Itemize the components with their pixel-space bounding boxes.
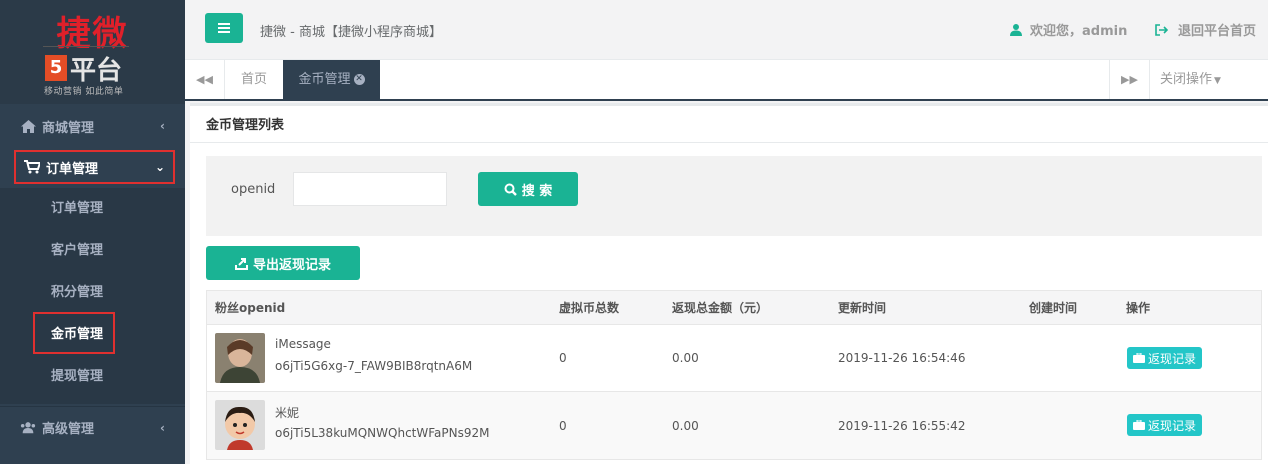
updated-time: 2019-11-26 16:55:42 [838, 418, 966, 433]
openid-input[interactable] [293, 172, 447, 206]
export-button[interactable]: 导出返现记录 [206, 246, 360, 280]
submenu-item-withdraw[interactable]: 提现管理 [0, 356, 185, 398]
home-icon [20, 119, 36, 133]
close-operations-dropdown[interactable]: 关闭操作 ▼ [1149, 60, 1231, 99]
export-icon [234, 257, 248, 270]
users-icon [20, 421, 36, 435]
column-header: 更新时间 [838, 301, 887, 315]
logo-brand: 捷微 [56, 14, 129, 54]
logout-link[interactable]: 退回平台首页 [1155, 20, 1256, 39]
sidebar-submenu: 订单管理 客户管理 积分管理 金币管理 提现管理 [0, 188, 185, 404]
logout-text: 退回平台首页 [1178, 24, 1257, 39]
logo: 捷微 5 平台 移动营销 如此简单 [0, 0, 185, 104]
record-button-label: 返现记录 [1147, 351, 1196, 366]
tab-gold-management[interactable]: 金币管理 ✕ [283, 60, 380, 101]
panel-title: 金币管理列表 [190, 103, 1268, 143]
updated-time: 2019-11-26 16:54:46 [838, 351, 966, 365]
logo-platform: 平台 [70, 56, 123, 86]
tab-scroll-right-button[interactable]: ▶▶ [1109, 60, 1149, 99]
sidebar-item-label: 高级管理 [42, 422, 95, 437]
close-ops-label: 关闭操作 [1160, 72, 1213, 87]
sidebar-item-label: 商城管理 [42, 120, 95, 136]
tab-bar: ◀◀ 首页 金币管理 ✕ ▶▶ 关闭操作 ▼ [185, 60, 1268, 101]
search-button[interactable]: 搜 索 [478, 172, 578, 206]
forward-icon: ▶▶ [1121, 73, 1138, 86]
submenu-item-customers[interactable]: 客户管理 [0, 230, 185, 272]
search-icon [504, 183, 517, 196]
fan-openid: o6jTi5L38kuMQNWQhctWFaPNs92M [275, 426, 490, 440]
tab-home[interactable]: 首页 [225, 60, 283, 99]
submenu-item-points[interactable]: 积分管理 [0, 272, 185, 314]
user-icon [1010, 23, 1022, 36]
briefcase-icon [1132, 420, 1145, 430]
record-button-label: 返现记录 [1147, 418, 1196, 433]
welcome-user: 欢迎您，admin [1010, 20, 1127, 39]
fan-nickname: iMessage [275, 337, 331, 351]
logo-divider [43, 46, 129, 47]
fan-nickname: 米妮 [275, 406, 300, 420]
fan-openid: o6jTi5G6xg-7_FAW9BIB8rqtnA6M [275, 359, 473, 373]
gold-table: 粉丝openid 虚拟币总数 返现总金额（元） 更新时间 创建时间 操作 iMe… [206, 290, 1262, 460]
logo-slogan: 移动营销 如此简单 [44, 87, 124, 97]
sidebar-item-label: 订单管理 [46, 161, 99, 177]
sidebar-item-order[interactable]: 订单管理 ⌄ [14, 150, 175, 184]
cashback-amount: 0.00 [672, 418, 699, 433]
content-panel: 金币管理列表 openid 搜 索 导出返现记录 粉丝openid 虚拟币总数 … [190, 103, 1268, 464]
tab-label: 金币管理 [298, 72, 351, 87]
coin-total: 0 [559, 351, 567, 365]
column-header: 粉丝openid [215, 301, 286, 315]
welcome-text: 欢迎您，admin [1030, 24, 1128, 39]
chevron-left-icon: ‹ [160, 119, 165, 133]
cashback-record-button[interactable]: 返现记录 [1127, 414, 1202, 436]
highlight-box [33, 312, 115, 354]
openid-label: openid [231, 182, 276, 197]
sidebar-item-mall[interactable]: 商城管理 ‹ [0, 104, 185, 148]
avatar [215, 400, 265, 450]
cart-icon [24, 160, 40, 174]
avatar [215, 333, 265, 383]
search-form: openid 搜 索 [206, 156, 1262, 236]
cashback-record-button[interactable]: 返现记录 [1127, 347, 1202, 369]
table-row: iMessage o6jTi5G6xg-7_FAW9BIB8rqtnA6M 0 … [207, 325, 1261, 392]
chevron-down-icon: ⌄ [154, 160, 165, 174]
chevron-left-icon: ‹ [160, 420, 165, 435]
hamburger-icon [218, 27, 230, 29]
tab-scroll-left-button[interactable]: ◀◀ [185, 60, 225, 99]
cashback-amount: 0.00 [672, 351, 699, 365]
table-row: 米妮 o6jTi5L38kuMQNWQhctWFaPNs92M 0 0.00 2… [207, 392, 1261, 459]
coin-total: 0 [559, 418, 567, 433]
export-button-label: 导出返现记录 [252, 257, 331, 273]
top-navbar: 捷微 - 商城【捷微小程序商城】 欢迎您，admin 退回平台首页 [185, 0, 1268, 60]
html5-icon: 5 [45, 55, 67, 81]
column-header: 操作 [1126, 301, 1151, 315]
search-button-label: 搜 索 [521, 183, 553, 199]
column-header: 虚拟币总数 [559, 301, 620, 315]
submenu-item-orders[interactable]: 订单管理 [0, 188, 185, 230]
caret-down-icon: ▼ [1214, 76, 1221, 86]
column-header: 创建时间 [1029, 301, 1078, 315]
briefcase-icon [1132, 353, 1145, 363]
column-header: 返现总金额（元） [672, 301, 769, 315]
table-header-row: 粉丝openid 虚拟币总数 返现总金额（元） 更新时间 创建时间 操作 [207, 291, 1261, 325]
menu-toggle-button[interactable] [205, 13, 243, 43]
sidebar: 捷微 5 平台 移动营销 如此简单 商城管理 ‹ 订单管理 ⌄ 订单管理 客户管… [0, 0, 185, 464]
sidebar-item-advanced[interactable]: 高级管理 ‹ [0, 406, 185, 448]
breadcrumb: 捷微 - 商城【捷微小程序商城】 [260, 25, 442, 40]
sign-out-icon [1155, 23, 1168, 36]
close-tab-icon[interactable]: ✕ [353, 74, 365, 85]
backward-icon: ◀◀ [196, 73, 213, 86]
